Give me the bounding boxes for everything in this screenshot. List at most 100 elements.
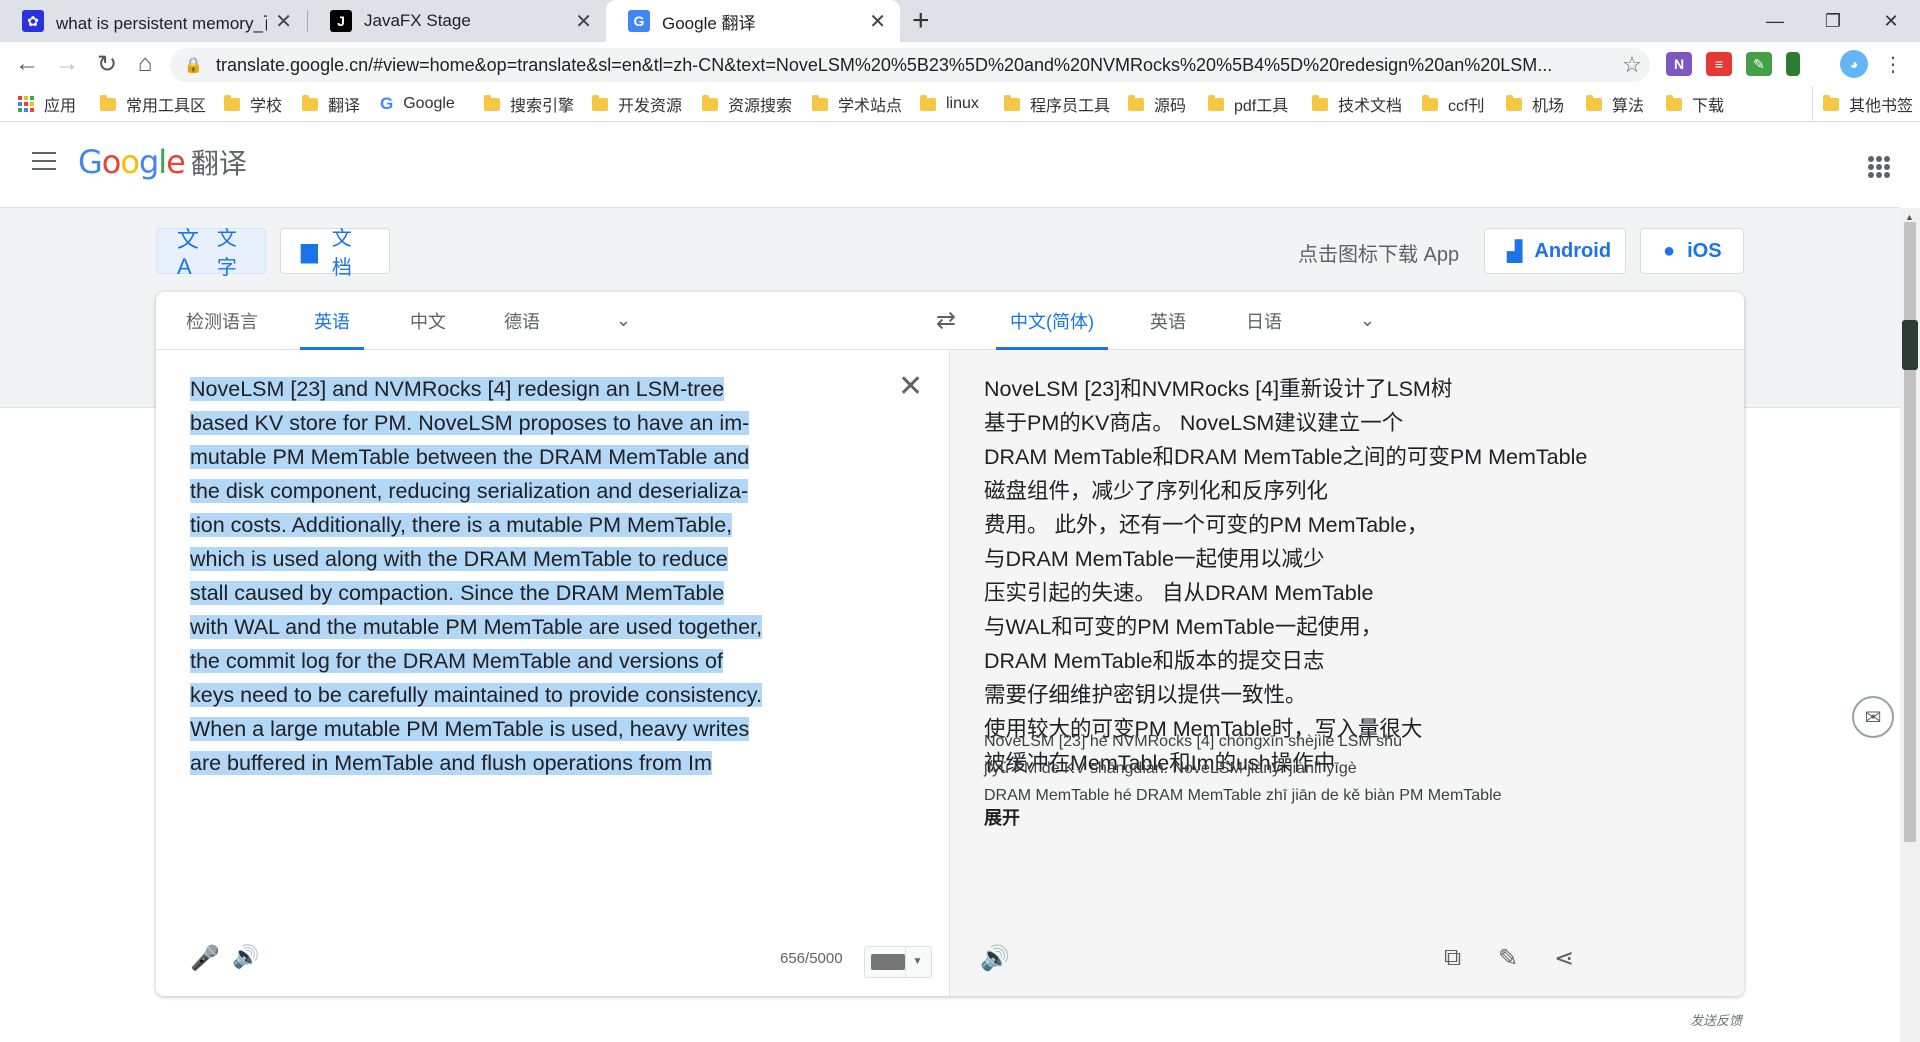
home-icon[interactable]: ⌂ (128, 48, 162, 80)
edit-pencil-icon[interactable]: ✎ (1498, 944, 1518, 973)
source-textarea[interactable]: NoveLSM [23] and NVMRocks [4] redesign a… (190, 372, 763, 780)
close-window-icon[interactable]: ✕ (1862, 0, 1920, 42)
target-lang-japanese[interactable]: 日语 (1246, 292, 1282, 350)
notes-extension-icon[interactable]: ≡ (1706, 52, 1732, 76)
scrollbar-thumb[interactable] (1904, 222, 1916, 842)
scroll-up-icon[interactable]: ▲ (1905, 212, 1914, 222)
browser-menu-icon[interactable]: ⋮ (1876, 48, 1910, 80)
apps-grid-icon (18, 96, 34, 112)
restore-icon[interactable]: ❐ (1804, 0, 1862, 42)
keyboard-dropdown-icon[interactable]: ▼ (905, 947, 929, 977)
bookmark-label: 开发资源 (618, 98, 683, 115)
other-bookmarks[interactable]: 其他书签 (1812, 86, 1913, 122)
back-icon[interactable]: ← (10, 48, 44, 80)
minimize-icon[interactable]: — (1746, 0, 1804, 42)
bookmark-folder[interactable]: 算法 (1586, 86, 1644, 122)
transliteration-line: jīyú PM de KV shāngdiàn. NoveLSM jiànyì … (984, 760, 1357, 777)
browser-tab-javafx[interactable]: J JavaFX Stage ✕ (308, 0, 606, 42)
target-lang-chinese-simplified[interactable]: 中文(简体) (996, 292, 1108, 350)
target-line: 基于PM的KV商店。 NoveLSM建议建立一个 (984, 411, 1404, 435)
bookmark-folder[interactable]: 技术文档 (1312, 86, 1402, 122)
swap-languages-icon[interactable]: ⇄ (936, 306, 956, 335)
bookmark-folder[interactable]: pdf工具 (1208, 86, 1288, 122)
share-icon[interactable]: ⋖ (1554, 944, 1574, 973)
bookmark-folder[interactable]: 源码 (1128, 86, 1186, 122)
hamburger-menu-icon[interactable] (32, 152, 56, 170)
translation-result[interactable]: NoveLSM [23]和NVMRocks [4]重新设计了LSM树 基于PM的… (984, 372, 1684, 780)
transliteration-line: NoveLSM [23] hé NVMRocks [4] chóngxīn sh… (984, 733, 1402, 750)
tab-close-icon[interactable]: ✕ (575, 9, 592, 34)
text-mode-button[interactable]: 文A 文字 (156, 227, 266, 279)
clear-text-icon[interactable]: ✕ (898, 372, 923, 402)
google-apps-icon[interactable] (1868, 156, 1890, 178)
bookmark-google[interactable]: G Google (380, 86, 455, 122)
document-mode-label: 文档 (331, 228, 352, 279)
google-translate-logo[interactable]: Google 翻译 (78, 142, 247, 182)
source-lang-more-chevron-icon[interactable]: ⌄ (616, 310, 636, 330)
keyboard-icon (871, 954, 905, 970)
target-pane: NoveLSM [23]和NVMRocks [4]重新设计了LSM树 基于PM的… (950, 350, 1744, 996)
bookmark-folder[interactable]: 学校 (224, 86, 282, 122)
bookmark-folder[interactable]: ccf刊 (1422, 86, 1484, 122)
bookmark-folder[interactable]: 搜索引擎 (484, 86, 574, 122)
tab-title: what is persistent memory_百度 (56, 13, 267, 33)
android-app-button[interactable]: ▟ Android (1484, 228, 1626, 274)
target-speaker-icon[interactable]: 🔊 (980, 944, 1010, 973)
tab-close-icon[interactable]: ✕ (275, 9, 292, 34)
new-tab-plus-icon[interactable]: + (912, 4, 930, 38)
bookmark-star-icon[interactable]: ☆ (1614, 52, 1650, 78)
profile-avatar[interactable]: ◕ (1840, 50, 1868, 78)
feedback-chat-icon[interactable]: ✉ (1852, 696, 1894, 738)
microphone-icon[interactable]: 🎤 (190, 944, 220, 973)
bookmark-folder[interactable]: 常用工具区 (100, 86, 206, 122)
document-mode-button[interactable]: ▆ 文档 (280, 228, 390, 279)
reload-icon[interactable]: ↻ (90, 48, 124, 80)
copy-icon[interactable]: ⧉ (1444, 944, 1461, 972)
target-lang-more-chevron-icon[interactable]: ⌄ (1360, 310, 1380, 330)
flag-extension-icon[interactable] (1786, 52, 1800, 76)
folder-icon (100, 94, 116, 111)
browser-tab-google-translate[interactable]: G Google 翻译 ✕ (606, 0, 900, 42)
send-feedback-link[interactable]: 发送反馈 (1690, 1010, 1742, 1029)
page-scrollbar[interactable]: ▲ (1900, 208, 1920, 1042)
bookmark-label: Google (403, 95, 455, 112)
browser-tab-baidu[interactable]: ✿ what is persistent memory_百度 ✕ (0, 0, 306, 42)
source-line: mutable PM MemTable between the DRAM Mem… (190, 445, 750, 469)
logo-google-text: Google (78, 143, 186, 181)
target-line: DRAM MemTable和版本的提交日志 (984, 649, 1325, 673)
tab-close-icon[interactable]: ✕ (869, 9, 886, 34)
bookmark-label: 源码 (1154, 98, 1187, 115)
source-lang-detect[interactable]: 检测语言 (186, 292, 258, 350)
bookmark-folder[interactable]: 开发资源 (592, 86, 682, 122)
translate-extension-icon[interactable]: ✎ (1746, 52, 1772, 76)
bookmark-label: 算法 (1612, 98, 1645, 115)
text-mode-label: 文字 (216, 228, 237, 279)
bookmark-folder[interactable]: 资源搜索 (702, 86, 792, 122)
source-line: tion costs. Additionally, there is a mut… (190, 513, 733, 537)
source-lang-chinese[interactable]: 中文 (410, 292, 446, 350)
virtual-keyboard-button[interactable]: ▼ (864, 946, 932, 978)
browser-toolbar: ← → ↻ ⌂ 🔒 translate.google.cn/#view=home… (0, 42, 1920, 86)
bookmark-apps[interactable]: 应用 (18, 86, 76, 122)
target-lang-english[interactable]: 英语 (1150, 292, 1186, 350)
source-speaker-icon[interactable]: 🔊 (232, 944, 259, 970)
tab-title: Google 翻译 (662, 13, 756, 33)
folder-icon (1422, 94, 1438, 111)
bookmark-folder[interactable]: 翻译 (302, 86, 360, 122)
ios-app-button[interactable]: ● iOS (1640, 228, 1744, 274)
bookmark-folder[interactable]: 学术站点 (812, 86, 902, 122)
bookmark-folder[interactable]: 程序员工具 (1004, 86, 1110, 122)
bookmark-folder[interactable]: 机场 (1506, 86, 1564, 122)
address-bar[interactable]: 🔒 translate.google.cn/#view=home&op=tran… (170, 48, 1650, 82)
source-lang-english[interactable]: 英语 (300, 292, 364, 350)
bookmark-label: 程序员工具 (1030, 98, 1111, 115)
bookmark-folder[interactable]: 下载 (1666, 86, 1724, 122)
source-lang-german[interactable]: 德语 (504, 292, 540, 350)
source-pane: NoveLSM [23] and NVMRocks [4] redesign a… (156, 350, 950, 996)
bookmark-folder[interactable]: linux (920, 86, 979, 122)
onenote-extension-icon[interactable]: N (1666, 52, 1692, 76)
forward-icon[interactable]: → (50, 48, 84, 80)
bookmark-label: 其他书签 (1849, 98, 1914, 115)
expand-link[interactable]: 展开 (984, 804, 1020, 830)
google-translate-icon: G (628, 10, 650, 32)
